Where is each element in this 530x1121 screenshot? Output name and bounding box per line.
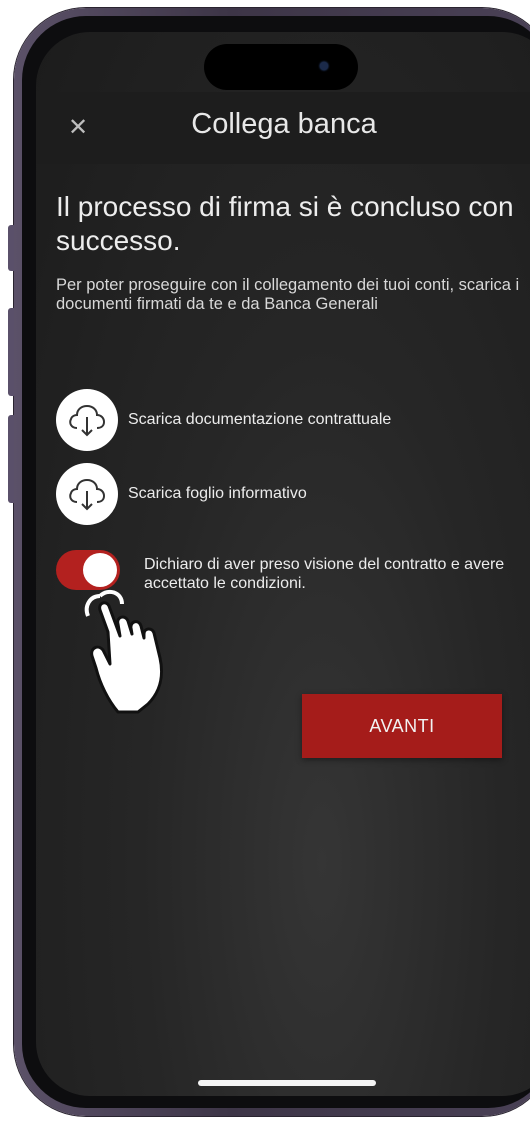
- download-info-row[interactable]: Scarica foglio informativo: [56, 463, 516, 525]
- download-info-label[interactable]: Scarica foglio informativo: [128, 485, 307, 503]
- camera-icon: [320, 62, 328, 70]
- intro-text: Per poter proseguire con il collegamento…: [56, 276, 520, 313]
- tap-hand-icon: [84, 589, 163, 714]
- toggle-knob: [83, 553, 117, 587]
- action-button: [8, 225, 14, 271]
- home-indicator[interactable]: [198, 1080, 376, 1086]
- volume-down-button: [8, 415, 14, 503]
- volume-up-button: [8, 308, 14, 396]
- download-contract-row[interactable]: Scarica documentazione contrattuale: [56, 389, 516, 451]
- top-bar: ✕ Collega banca: [36, 92, 530, 164]
- consent-text: Dichiaro di aver preso visione del contr…: [144, 556, 505, 592]
- cloud-download-icon[interactable]: [56, 463, 118, 525]
- phone-screen: ✕ Collega banca Il processo di firma si …: [22, 16, 530, 1108]
- app-screen: ✕ Collega banca Il processo di firma si …: [36, 32, 530, 1096]
- download-contract-label[interactable]: Scarica documentazione contrattuale: [128, 411, 391, 429]
- cloud-download-icon[interactable]: [56, 389, 118, 451]
- page-title: Collega banca: [191, 108, 377, 140]
- success-headline: Il processo di firma si è concluso con s…: [56, 191, 514, 256]
- next-button[interactable]: AVANTI: [302, 694, 502, 758]
- dynamic-island: [204, 44, 358, 90]
